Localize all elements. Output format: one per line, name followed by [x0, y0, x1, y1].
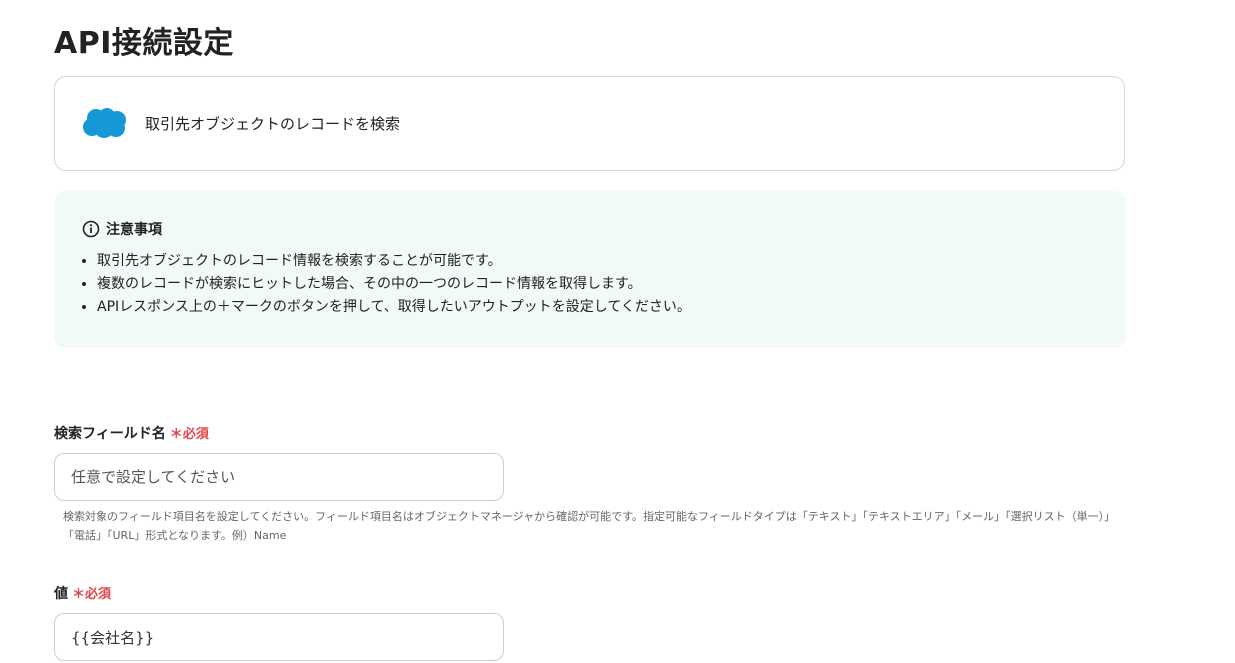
notice-title: 注意事項 [106, 222, 162, 238]
search-field-label: 検索フィールド名 [54, 426, 166, 442]
required-badge: ＊必須 [72, 587, 112, 602]
search-field-name-input[interactable] [54, 453, 504, 501]
search-field-label-row: 検索フィールド名 ＊必須 [54, 423, 209, 443]
notice-list: 取引先オブジェクトのレコード情報を検索することが可能です。 複数のレコードが検索… [77, 250, 691, 319]
notice-item: 複数のレコードが検索にヒットした場合、その中の一つのレコード情報を取得します。 [97, 273, 691, 296]
info-icon [82, 220, 100, 238]
value-field-label-row: 値 ＊必須 [54, 583, 111, 603]
notice-header: 注意事項 [82, 219, 162, 239]
search-field-help-text: 検索対象のフィールド項目名を設定してください。フィールド項目名はオブジェクトマネ… [63, 510, 1116, 542]
notice-item: APIレスポンス上の＋マークのボタンを押して、取得したいアウトプットを設定してく… [97, 296, 691, 319]
action-card[interactable]: 取引先オブジェクトのレコードを検索 [54, 76, 1125, 171]
value-field-label: 値 [54, 586, 68, 602]
page-title: API接続設定 [54, 26, 234, 61]
required-label: 必須 [182, 427, 209, 442]
action-label: 取引先オブジェクトのレコードを検索 [145, 115, 401, 133]
salesforce-cloud-icon [83, 108, 126, 138]
value-input[interactable] [54, 613, 504, 661]
notice-item: 取引先オブジェクトのレコード情報を検索することが可能です。 [97, 250, 691, 273]
notice-box: 注意事項 取引先オブジェクトのレコード情報を検索することが可能です。 複数のレコ… [54, 191, 1126, 348]
required-label: 必須 [85, 587, 112, 602]
required-badge: ＊必須 [169, 427, 209, 442]
